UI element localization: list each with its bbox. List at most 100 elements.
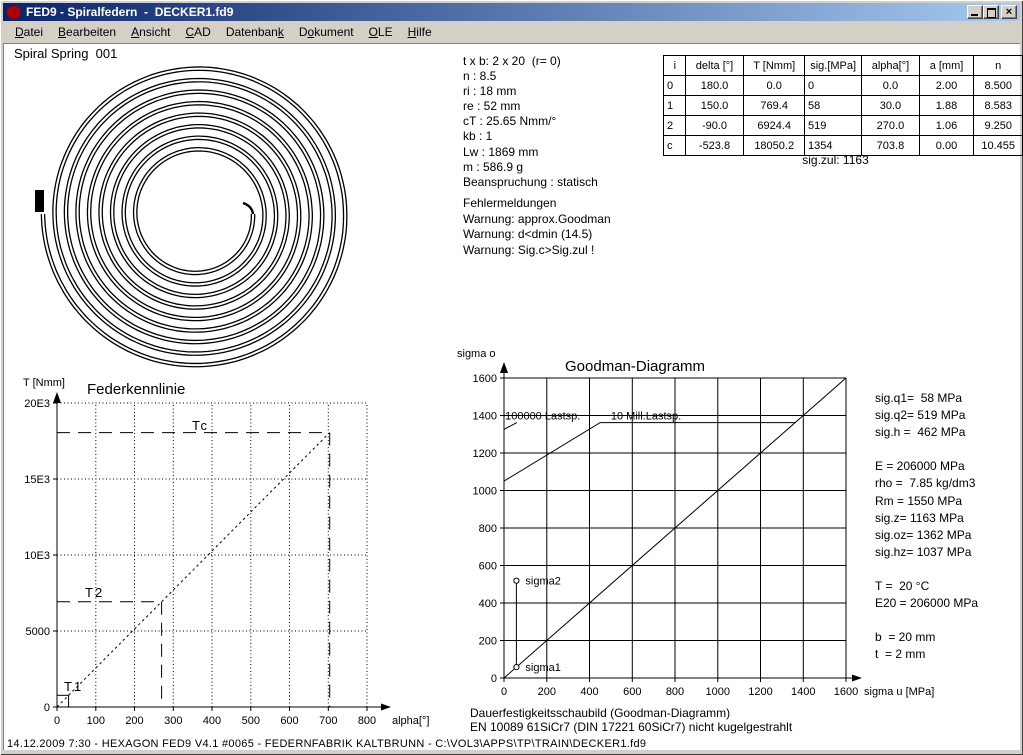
- menu-item-datei[interactable]: Datei: [9, 23, 49, 41]
- results-table-cell: 769.4: [744, 96, 805, 116]
- results-table-cell: 0.0: [862, 76, 919, 96]
- svg-text:0: 0: [491, 673, 497, 685]
- svg-text:600: 600: [479, 561, 497, 573]
- sig-zul-label: sig.zul: 1163: [663, 153, 1008, 168]
- material-line: [875, 612, 978, 629]
- svg-text:15E3: 15E3: [24, 474, 50, 486]
- results-table-cell: 58: [804, 96, 861, 116]
- svg-text:T2: T2: [85, 585, 104, 600]
- maximize-icon: [987, 8, 996, 18]
- window-controls: ×: [967, 5, 1020, 19]
- svg-text:1200: 1200: [748, 686, 772, 698]
- svg-text:20E3: 20E3: [24, 398, 50, 410]
- goodman-caption: Dauerfestigkeitsschaubild (Goodman-Diagr…: [470, 706, 792, 734]
- svg-text:200: 200: [479, 636, 497, 648]
- svg-text:700: 700: [319, 715, 337, 727]
- window-title: FED9 - Spiralfedern - DECKER1.fd9: [26, 5, 233, 19]
- menu-item-hilfe[interactable]: Hilfe: [402, 23, 438, 41]
- material-line: E20 = 206000 MPa: [875, 595, 978, 612]
- spring-parameter-line: kb : 1: [463, 129, 598, 144]
- results-table-row: 2-90.06924.4519270.01.069.250: [664, 116, 1023, 136]
- menu-item-datenbank[interactable]: Datenbank: [220, 23, 290, 41]
- results-table-header: n: [974, 56, 1023, 76]
- svg-text:T [Nmm]: T [Nmm]: [23, 377, 65, 389]
- app-spiral-icon: [6, 4, 22, 20]
- results-table-cell: 0: [804, 76, 861, 96]
- svg-text:5000: 5000: [26, 626, 50, 638]
- warning-line: Warnung: approx.Goodman: [463, 212, 611, 228]
- caption-line: EN 10089 61SiCr7 (DIN 17221 60SiCr7) nic…: [470, 720, 792, 734]
- svg-text:1400: 1400: [791, 686, 815, 698]
- svg-text:Tc: Tc: [192, 418, 209, 433]
- warning-line: Warnung: d<dmin (14.5): [463, 227, 611, 243]
- material-line: t = 2 mm: [875, 646, 978, 663]
- svg-text:300: 300: [164, 715, 182, 727]
- title-bar[interactable]: FED9 - Spiralfedern - DECKER1.fd9 ×: [3, 3, 1020, 21]
- svg-text:sigma1: sigma1: [525, 662, 560, 674]
- spring-parameter-line: re : 52 mm: [463, 99, 598, 114]
- svg-text:T1: T1: [64, 679, 83, 694]
- results-table: idelta [°]T [Nmm]sig.[MPa]alpha[°]a [mm]…: [663, 55, 1023, 156]
- svg-text:0: 0: [501, 686, 507, 698]
- maximize-button[interactable]: [983, 5, 999, 19]
- material-line: rho = 7.85 kg/dm3: [875, 475, 978, 492]
- results-table-cell: 8.583: [974, 96, 1023, 116]
- spring-outer-end: [35, 190, 44, 212]
- svg-text:400: 400: [580, 686, 598, 698]
- material-line: sig.q1= 58 MPa: [875, 390, 978, 407]
- results-table-cell: 1: [664, 96, 686, 116]
- stress-point-sigma2: [514, 578, 519, 583]
- cycle-label: 100000 Lastsp.: [505, 411, 580, 423]
- spring-parameters: t x b: 2 x 20 (r= 0)n : 8.5ri : 18 mmre …: [463, 54, 598, 190]
- minimize-button[interactable]: [967, 5, 983, 19]
- results-table-cell: 0.0: [744, 76, 805, 96]
- results-table-cell: 30.0: [862, 96, 919, 116]
- results-table-header: i: [664, 56, 686, 76]
- spring-parameter-line: Lw : 1869 mm: [463, 145, 598, 160]
- menu-item-dokument[interactable]: Dokument: [293, 23, 360, 41]
- material-line: T = 20 °C: [875, 578, 978, 595]
- results-table-cell: 2: [664, 116, 686, 136]
- status-bar: 14.12.2009 7:30 - HEXAGON FED9 V4.1 #006…: [7, 738, 646, 750]
- cycle-label: 10 Mill.Lastsp.: [611, 411, 681, 423]
- results-table-header: alpha[°]: [862, 56, 919, 76]
- svg-text:10E3: 10E3: [24, 550, 50, 562]
- material-data: sig.q1= 58 MPasig.q2= 519 MPasig.h = 462…: [875, 390, 978, 664]
- menu-item-cad[interactable]: CAD: [179, 23, 216, 41]
- results-table-row: 0180.00.000.02.008.500: [664, 76, 1023, 96]
- svg-text:1600: 1600: [473, 373, 497, 385]
- svg-text:400: 400: [479, 598, 497, 610]
- spring-parameter-line: m : 586.9 g: [463, 160, 598, 175]
- svg-text:sigma2: sigma2: [525, 576, 560, 588]
- svg-text:800: 800: [479, 523, 497, 535]
- spring-parameter-line: ri : 18 mm: [463, 84, 598, 99]
- results-table-header: delta [°]: [685, 56, 744, 76]
- minimize-icon: [971, 14, 978, 16]
- line-10-mill-lastsp: [504, 423, 795, 482]
- spring-parameter-line: n : 8.5: [463, 69, 598, 84]
- results-table-cell: 9.250: [974, 116, 1023, 136]
- material-line: E = 206000 MPa: [875, 458, 978, 475]
- svg-text:1000: 1000: [706, 686, 730, 698]
- stress-point-sigma1: [514, 665, 519, 670]
- spring-parameter-line: t x b: 2 x 20 (r= 0): [463, 54, 598, 69]
- menu-item-ansicht[interactable]: Ansicht: [125, 23, 176, 41]
- material-line: sig.h = 462 MPa: [875, 424, 978, 441]
- material-line: Rm = 1550 MPa: [875, 493, 978, 510]
- spring-parameter-line: Beanspruchung : statisch: [463, 175, 598, 190]
- line-100000-lastsp: [504, 423, 517, 430]
- svg-text:1600: 1600: [834, 686, 858, 698]
- material-line: [875, 441, 978, 458]
- svg-text:500: 500: [242, 715, 260, 727]
- menu-bar: DateiBearbeitenAnsichtCADDatenbankDokume…: [3, 22, 1020, 42]
- results-table-cell: 1.06: [919, 116, 974, 136]
- warning-line: Warnung: Sig.c>Sig.zul !: [463, 243, 611, 259]
- menu-item-bearbeiten[interactable]: Bearbeiten: [52, 23, 122, 41]
- results-table-wrap: idelta [°]T [Nmm]sig.[MPa]alpha[°]a [mm]…: [663, 55, 1023, 156]
- spring-inner-hook: [243, 203, 253, 214]
- close-button[interactable]: ×: [1001, 5, 1017, 19]
- svg-text:400: 400: [203, 715, 221, 727]
- svg-text:0: 0: [54, 715, 60, 727]
- menu-item-ole[interactable]: OLE: [363, 23, 399, 41]
- results-table-header: T [Nmm]: [744, 56, 805, 76]
